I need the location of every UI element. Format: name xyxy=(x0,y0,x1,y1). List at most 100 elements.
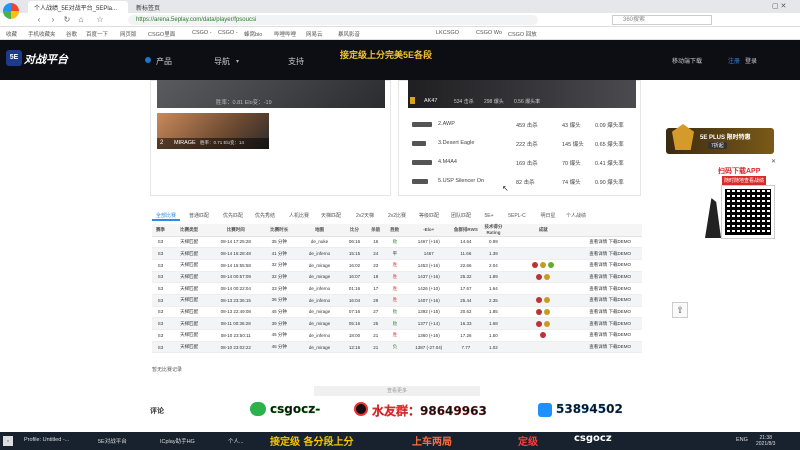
table-row[interactable]: S3 天梯匹配 08-14 15:55:58 32 分钟 de_mirage 16:02 2… xyxy=(152,259,642,272)
bookmark-item[interactable]: CSGO - xyxy=(192,30,212,36)
tab-2v2-ladder[interactable]: 2v2天梯 xyxy=(350,211,380,221)
table-row[interactable]: S3 天梯匹配 08-10 23:02:22 46 分钟 de_mirage 12:16 2… xyxy=(152,341,642,354)
row-actions[interactable]: 查看详情 下载DEMO xyxy=(578,317,642,330)
taskbar-item[interactable]: ICplay助手HG xyxy=(160,437,195,445)
table-header-row: 赛季 比赛类型 比赛时间 比赛时长 地图 比分 杀敌 胜败 -Elo+ 鱼群排R… xyxy=(152,224,642,237)
tab-all[interactable]: 全部比赛 xyxy=(152,211,180,221)
table-cell: 45 分钟 xyxy=(262,306,297,319)
tab-5epl-c[interactable]: 5EPL-C xyxy=(502,211,532,221)
bookmark-item[interactable]: CSGO 回放 xyxy=(508,30,537,38)
row-actions[interactable]: 查看详情 下载DEMO xyxy=(578,341,642,354)
browser-tab-new[interactable]: 新标签页 xyxy=(130,1,190,13)
bookmark-item[interactable]: 收藏 xyxy=(6,30,17,38)
col-rws: 鱼群排RWS xyxy=(453,224,479,237)
bookmark-item[interactable]: CSGO里面 xyxy=(148,30,175,38)
tab-5eplus[interactable]: 5E+ xyxy=(478,211,500,221)
tab-2v2[interactable]: 2v2比赛 xyxy=(382,211,412,221)
browser-logo-icon[interactable] xyxy=(3,3,19,19)
tab-stars[interactable]: 明日星 xyxy=(534,211,562,221)
row-actions[interactable]: 查看详情 下载DEMO xyxy=(578,282,642,295)
bookmark-item[interactable]: CSGO - xyxy=(218,30,238,36)
tab-team[interactable]: 团队匹配 xyxy=(446,211,476,221)
table-cell: 08-10 23:02:22 xyxy=(209,341,263,354)
nav-product[interactable]: 产品 xyxy=(156,56,172,67)
register-button[interactable]: 注册 xyxy=(728,56,740,65)
bookmark-item[interactable]: 网易云 xyxy=(306,30,323,38)
5e-logo-icon: 5E xyxy=(6,50,22,66)
home-icon[interactable]: ⌂ xyxy=(76,15,86,25)
row-actions[interactable]: 查看详情 下载DEMO xyxy=(578,259,642,272)
table-row[interactable]: S3 天梯匹配 08-14 00:22:04 33 分钟 de_inferno 01:16… xyxy=(152,282,642,295)
taskbar-item[interactable]: 5E对战平台 xyxy=(98,437,127,445)
bookmark-item[interactable]: 百度一下 xyxy=(86,30,108,38)
tab-normal[interactable]: 普通匹配 xyxy=(184,211,214,221)
table-cell: 25 xyxy=(366,317,386,330)
weapon-row[interactable]: 2.AWP 459 击杀 43 爆头 0.09 爆头率 xyxy=(412,116,638,135)
back-icon[interactable]: ‹ xyxy=(34,15,44,25)
bookmark-item[interactable]: 谷歌 xyxy=(66,30,77,38)
overlay-bottom-3: 定级 xyxy=(518,437,538,448)
site-logo[interactable]: 对战平台 xyxy=(24,51,68,67)
row-actions[interactable]: 查看详情 下载DEMO xyxy=(578,306,642,319)
row-actions[interactable]: 查看详情 下载DEMO xyxy=(578,236,642,249)
row-actions[interactable]: 查看详情 下载DEMO xyxy=(578,329,642,342)
star-icon[interactable]: ☆ xyxy=(95,15,105,25)
row-actions[interactable]: 查看详情 下载DEMO xyxy=(578,247,642,260)
scroll-top-icon[interactable]: ⇧ xyxy=(672,302,688,318)
table-cell: 36 分钟 xyxy=(262,294,297,307)
table-cell: 天梯匹配 xyxy=(168,341,210,354)
address-bar[interactable]: https://arena.5eplay.com/data/player/fps… xyxy=(128,15,538,25)
tab-bot[interactable]: 人机比赛 xyxy=(284,211,314,221)
bookmark-item[interactable]: 哔哩哔哩 xyxy=(274,30,296,38)
load-more-button[interactable]: 查看更多 xyxy=(314,386,480,396)
windows-start-icon[interactable] xyxy=(3,436,13,446)
weapon-row[interactable]: 4.M4A4 169 击杀 70 爆头 0.41 爆头率 xyxy=(412,154,638,173)
bookmark-item[interactable]: CSGO Wo xyxy=(476,30,502,36)
nav-guide[interactable]: 导航 xyxy=(214,56,230,67)
language-indicator[interactable]: ENG xyxy=(736,437,748,443)
tab-ladder[interactable]: 天梯匹配 xyxy=(316,211,346,221)
comments-heading: 评论 xyxy=(150,408,164,415)
forward-icon[interactable]: › xyxy=(48,15,58,25)
tab-rank[interactable]: 等级匹配 xyxy=(414,211,444,221)
weapon-row[interactable]: 3.Desert Eagle 222 击杀 145 爆头 0.65 爆头率 xyxy=(412,135,638,154)
overlay-bottom-4: csgocz xyxy=(574,433,612,444)
tab-personal[interactable]: 个人战绩 xyxy=(562,211,590,221)
table-row[interactable]: S3 天梯匹配 08-10 23:50:11 45 分钟 de_inferno 18:00… xyxy=(152,329,642,342)
bookmark-item[interactable]: 暴风影音 xyxy=(338,30,360,38)
mobile-download-button[interactable]: 移动端下载 xyxy=(672,56,702,65)
bookmark-item[interactable]: 蜂窝bio xyxy=(244,30,262,38)
table-row[interactable]: S3 天梯匹配 08-11 00:36:28 39 分钟 de_mirage 05:16 2… xyxy=(152,317,642,330)
table-row[interactable]: S3 天梯匹配 08-13 22:49:08 45 分钟 de_mirage 07:16 2… xyxy=(152,306,642,319)
close-icon[interactable]: ✕ xyxy=(771,158,776,165)
window-controls[interactable]: ▢ ✕ xyxy=(772,2,786,10)
login-button[interactable]: 登录 xyxy=(745,56,757,65)
taskbar-item[interactable]: Profile: Untitled -... xyxy=(24,437,69,443)
clock[interactable]: 21:38 2021/8/3 xyxy=(756,435,775,447)
row-actions[interactable]: 查看详情 下载DEMO xyxy=(578,294,642,307)
table-row[interactable]: S3 天梯匹配 08-14 17:25:28 35 分钟 de_nuke 06:16 16 败… xyxy=(152,236,642,249)
row-actions[interactable]: 查看详情 下载DEMO xyxy=(578,271,642,284)
ad-title: 5E PLUS 限时特惠 xyxy=(700,135,751,141)
browser-tab-active[interactable]: 个人战绩_5E对战平台_5EPla... xyxy=(28,1,128,13)
tab-priority[interactable]: 优先匹配 xyxy=(218,211,248,221)
table-cell: 1.50 xyxy=(478,329,509,342)
bookmark-item[interactable]: 网页版 xyxy=(120,30,137,38)
weapon-row[interactable]: 5.USP Silencer On 82 击杀 74 爆头 0.90 爆头率 xyxy=(412,173,638,192)
achievement-cell xyxy=(508,236,579,249)
nav-support[interactable]: 支持 xyxy=(288,56,304,67)
tab-priority-end[interactable]: 优先秀结 xyxy=(250,211,280,221)
table-row[interactable]: S3 天梯匹配 08-14 16:28:48 41 分钟 de_inferno 15:15… xyxy=(152,247,642,260)
character-figure-icon xyxy=(705,198,721,238)
refresh-icon[interactable]: ↻ xyxy=(62,15,72,25)
qr-code-icon[interactable] xyxy=(721,185,775,239)
table-row[interactable]: S3 天梯匹配 08-14 00:57:09 32 分钟 de_mirage 16:07 1… xyxy=(152,271,642,284)
table-row[interactable]: S3 天梯匹配 08-13 23:36:15 36 分钟 de_inferno 16:04… xyxy=(152,294,642,307)
bookmark-item[interactable]: LKCSGO xyxy=(436,30,459,36)
taskbar-item[interactable]: 个人... xyxy=(228,437,244,445)
no-record-text: 暂无比赛记录 xyxy=(152,367,183,373)
table-cell: 2.35 xyxy=(478,294,509,307)
table-cell: de_inferno xyxy=(296,282,343,295)
search-input[interactable]: 360搜索 xyxy=(612,15,712,25)
bookmark-item[interactable]: 手机收藏夹 xyxy=(28,30,56,38)
